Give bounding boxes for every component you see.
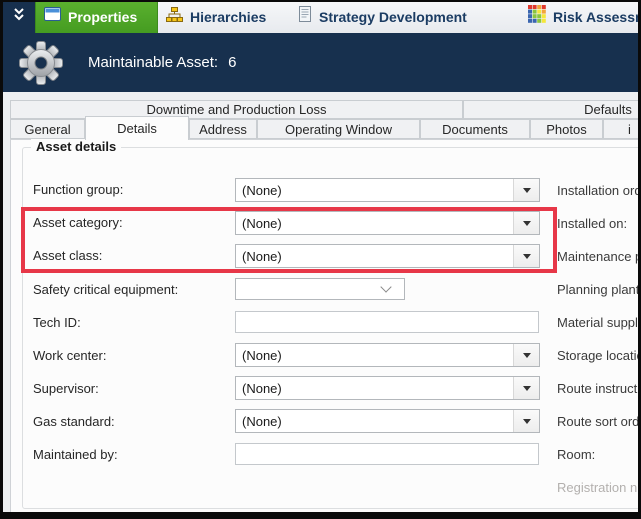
- field-label-function-group: Function group:: [33, 182, 231, 197]
- screenshot-border: [0, 512, 641, 519]
- page-title: Maintainable Asset: 6: [88, 33, 236, 92]
- tab-label: Downtime and Production Loss: [147, 102, 327, 117]
- tab-documents[interactable]: Documents: [420, 119, 530, 139]
- combo-value: (None): [236, 348, 513, 363]
- tab-photos[interactable]: Photos: [530, 119, 603, 139]
- combo-value: (None): [236, 183, 513, 198]
- tab-label: Photos: [546, 122, 586, 137]
- gas-standard-combo[interactable]: (None): [235, 409, 540, 433]
- work-center-combo[interactable]: (None): [235, 343, 540, 367]
- dropdown-arrow-icon: [523, 419, 531, 424]
- safety-critical-equipment-select[interactable]: [235, 278, 405, 300]
- dropdown-arrow-button[interactable]: [513, 377, 539, 399]
- function-group-combo[interactable]: (None): [235, 178, 540, 202]
- combo-value: (None): [236, 249, 513, 264]
- supervisor-combo[interactable]: (None): [235, 376, 540, 400]
- field-label-room: Room:: [557, 447, 638, 462]
- collapse-ribbon-button[interactable]: [0, 0, 38, 33]
- dropdown-arrow-button[interactable]: [513, 245, 539, 267]
- page-title-value: 6: [228, 54, 236, 71]
- chevron-down-icon: [380, 281, 391, 292]
- field-label-supervisor: Supervisor:: [33, 381, 231, 396]
- tab-label: i: [628, 122, 631, 137]
- dropdown-arrow-icon: [523, 353, 531, 358]
- field-label-registration-number-disabled: Registration n: [557, 480, 638, 495]
- field-label-asset-category: Asset category:: [33, 215, 231, 230]
- tab-defaults[interactable]: Defaults: [463, 100, 641, 119]
- screenshot-border: [0, 0, 641, 2]
- tab-label: Address: [199, 122, 247, 137]
- tech-id-input[interactable]: [235, 311, 539, 333]
- application-window: Properties Hierarchies: [0, 0, 641, 519]
- page-title-label: Maintainable Asset:: [88, 54, 218, 71]
- tab-label: Operating Window: [285, 122, 392, 137]
- field-label-asset-class: Asset class:: [33, 248, 231, 263]
- screenshot-border: [0, 0, 3, 519]
- gear-icon: [18, 40, 64, 91]
- ribbon-tab-strategy-development[interactable]: Strategy Development: [290, 0, 508, 33]
- tab-details[interactable]: Details: [85, 116, 189, 140]
- ribbon-tab-label: Properties: [68, 9, 137, 25]
- field-label-installed-on: Installed on:: [557, 216, 638, 231]
- field-label-maintained-by: Maintained by:: [33, 447, 231, 462]
- field-label-maintenance-plant: Maintenance pl: [557, 249, 638, 264]
- tab-address[interactable]: Address: [189, 119, 257, 139]
- combo-value: (None): [236, 381, 513, 396]
- field-label-route-instructions: Route instructi: [557, 381, 638, 396]
- record-header: Maintainable Asset: 6: [0, 33, 641, 92]
- group-title: Asset details: [31, 139, 121, 154]
- field-label-material-supply: Material supply: [557, 315, 638, 330]
- dropdown-arrow-button[interactable]: [513, 410, 539, 432]
- double-chevron-down-icon: [12, 6, 26, 28]
- ribbon-tab-properties[interactable]: Properties: [35, 0, 158, 33]
- risk-matrix-icon: [528, 5, 546, 28]
- field-label-planning-plant: Planning plant: [557, 282, 638, 297]
- tab-label: Defaults: [584, 102, 632, 117]
- dropdown-arrow-icon: [523, 221, 531, 226]
- dropdown-arrow-icon: [523, 188, 531, 193]
- field-label-gas-standard: Gas standard:: [33, 414, 231, 429]
- dropdown-arrow-button[interactable]: [513, 344, 539, 366]
- dropdown-arrow-icon: [523, 254, 531, 259]
- asset-category-combo[interactable]: (None): [235, 211, 540, 235]
- ribbon-tab-strip: Properties Hierarchies: [0, 0, 641, 33]
- ribbon-tab-label: Risk Assessment: [553, 9, 641, 25]
- combo-value: (None): [236, 414, 513, 429]
- tab-label: Documents: [442, 122, 508, 137]
- dropdown-arrow-icon: [523, 386, 531, 391]
- ribbon-tab-label: Strategy Development: [319, 9, 467, 25]
- field-label-route-sort-order: Route sort ord: [557, 414, 638, 429]
- dropdown-arrow-button[interactable]: [513, 212, 539, 234]
- document-icon: [298, 6, 312, 27]
- field-label-storage-location: Storage locatio: [557, 348, 638, 363]
- hierarchy-icon: [166, 7, 183, 27]
- tab-general[interactable]: General: [10, 119, 85, 139]
- ribbon-tab-risk-assessment[interactable]: Risk Assessment: [520, 0, 641, 33]
- combo-value: (None): [236, 216, 513, 231]
- tab-label: General: [24, 122, 70, 137]
- dropdown-arrow-button[interactable]: [513, 179, 539, 201]
- tab-label: Details: [117, 121, 157, 136]
- field-label-tech-id: Tech ID:: [33, 315, 231, 330]
- field-label-work-center: Work center:: [33, 348, 231, 363]
- field-label-safety-critical-equipment: Safety critical equipment:: [33, 282, 231, 297]
- tab-operating-window[interactable]: Operating Window: [257, 119, 420, 139]
- maintained-by-input[interactable]: [235, 443, 539, 465]
- ribbon-tab-hierarchies[interactable]: Hierarchies: [158, 0, 280, 33]
- field-label-installation-order: Installation ord: [557, 183, 638, 198]
- ribbon-tab-label: Hierarchies: [190, 9, 266, 25]
- tab-partial[interactable]: i: [603, 119, 641, 139]
- window-icon: [44, 7, 61, 26]
- tab-downtime-and-production-loss[interactable]: Downtime and Production Loss: [10, 100, 463, 119]
- asset-class-combo[interactable]: (None): [235, 244, 540, 268]
